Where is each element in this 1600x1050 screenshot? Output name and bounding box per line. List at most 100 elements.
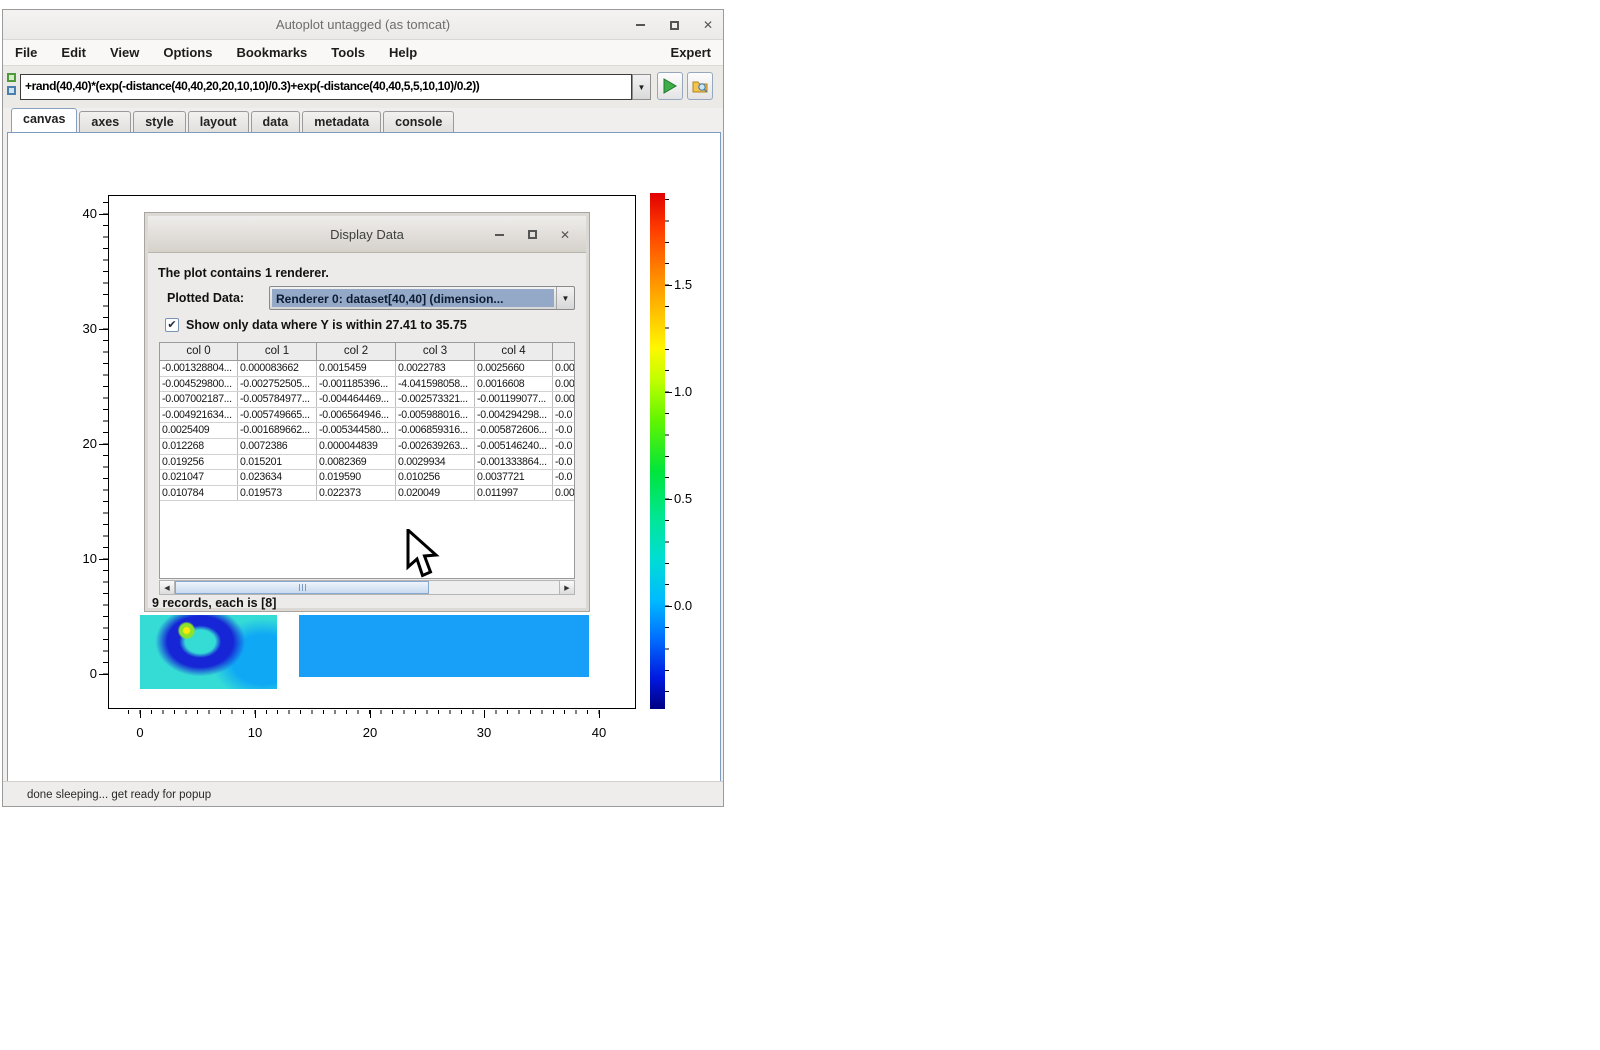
- table-cell[interactable]: -0.005146240...: [475, 439, 553, 454]
- table-cell[interactable]: 0.000044839: [317, 439, 396, 454]
- plot-canvas[interactable]: 40 30 20 10 0 0 10 20 30 40: [7, 132, 721, 782]
- table-row[interactable]: 0.0122680.00723860.000044839-0.002639263…: [160, 439, 574, 455]
- table-cell[interactable]: 0.0037721: [475, 470, 553, 485]
- table-cell[interactable]: -0.004464469...: [317, 392, 396, 407]
- tab-layout[interactable]: layout: [188, 111, 249, 132]
- table-cell[interactable]: 0.0082369: [317, 455, 396, 470]
- minimize-button[interactable]: [633, 18, 647, 32]
- table-cell[interactable]: 0.00: [553, 361, 574, 376]
- table-cell[interactable]: -0.001689662...: [238, 423, 317, 438]
- table-cell[interactable]: -0.0: [553, 455, 574, 470]
- table-row[interactable]: 0.0025409-0.001689662...-0.005344580...-…: [160, 423, 574, 439]
- table-cell[interactable]: -0.005784977...: [238, 392, 317, 407]
- menu-help[interactable]: Help: [389, 45, 417, 60]
- table-cell[interactable]: 0.0025409: [160, 423, 238, 438]
- table-cell[interactable]: -4.041598058...: [396, 377, 475, 392]
- table-cell[interactable]: 0.0072386: [238, 439, 317, 454]
- table-cell[interactable]: -0.005344580...: [317, 423, 396, 438]
- dialog-close-button[interactable]: ✕: [558, 228, 572, 242]
- table-column-header[interactable]: col 0: [160, 343, 238, 360]
- table-cell[interactable]: -0.005988016...: [396, 408, 475, 423]
- table-column-header[interactable]: col 1: [238, 343, 317, 360]
- colorbar[interactable]: [650, 193, 665, 709]
- window-titlebar[interactable]: Autoplot untagged (as tomcat) ✕: [3, 10, 723, 40]
- menu-tools[interactable]: Tools: [331, 45, 365, 60]
- filter-checkbox[interactable]: ✔: [165, 318, 179, 332]
- chevron-down-icon[interactable]: ▼: [556, 287, 574, 309]
- table-cell[interactable]: -0.007002187...: [160, 392, 238, 407]
- table-cell[interactable]: -0.002573321...: [396, 392, 475, 407]
- table-cell[interactable]: 0.0025660: [475, 361, 553, 376]
- table-cell[interactable]: -0.004921634...: [160, 408, 238, 423]
- table-row[interactable]: -0.004921634...-0.005749665...-0.0065649…: [160, 408, 574, 424]
- table-cell[interactable]: 0.023634: [238, 470, 317, 485]
- table-cell[interactable]: -0.004529800...: [160, 377, 238, 392]
- dialog-titlebar[interactable]: Display Data ✕: [148, 216, 586, 253]
- dialog-maximize-button[interactable]: [525, 228, 539, 242]
- table-row[interactable]: 0.0107840.0195730.0223730.0200490.011997…: [160, 486, 574, 502]
- tab-axes[interactable]: axes: [79, 111, 131, 132]
- plotted-data-combobox[interactable]: Renderer 0: dataset[40,40] (dimension...…: [269, 286, 575, 310]
- uri-input[interactable]: +rand(40,40)*(exp(-distance(40,40,20,20,…: [20, 74, 632, 100]
- table-column-header[interactable]: col 2: [317, 343, 396, 360]
- table-cell[interactable]: 0.020049: [396, 486, 475, 501]
- table-row[interactable]: -0.004529800...-0.002752505...-0.0011853…: [160, 377, 574, 393]
- horizontal-scrollbar[interactable]: ◀ ▶: [159, 580, 575, 595]
- tab-canvas[interactable]: canvas: [11, 108, 77, 132]
- scroll-left-button[interactable]: ◀: [160, 581, 175, 594]
- table-cell[interactable]: 0.010256: [396, 470, 475, 485]
- table-cell[interactable]: 0.000083662: [238, 361, 317, 376]
- go-button[interactable]: [657, 72, 683, 100]
- spectrogram-fragment-right[interactable]: [299, 615, 589, 677]
- filter-checkbox-label[interactable]: Show only data where Y is within 27.41 t…: [186, 318, 467, 332]
- table-cell[interactable]: 0.00: [553, 486, 574, 501]
- menu-bookmarks[interactable]: Bookmarks: [236, 45, 307, 60]
- table-cell[interactable]: 0.019573: [238, 486, 317, 501]
- table-cell[interactable]: 0.019590: [317, 470, 396, 485]
- table-cell[interactable]: 0.019256: [160, 455, 238, 470]
- inspect-uri-button[interactable]: [687, 72, 713, 100]
- expert-label[interactable]: Expert: [671, 45, 711, 60]
- scrollbar-thumb[interactable]: [175, 581, 429, 594]
- tab-style[interactable]: style: [133, 111, 186, 132]
- table-cell[interactable]: 0.015201: [238, 455, 317, 470]
- table-cell[interactable]: -0.002752505...: [238, 377, 317, 392]
- table-cell[interactable]: -0.0: [553, 470, 574, 485]
- data-table[interactable]: col 0col 1col 2col 3col 4 -0.001328804..…: [159, 342, 575, 579]
- table-column-header[interactable]: [553, 343, 574, 360]
- table-cell[interactable]: -0.001333864...: [475, 455, 553, 470]
- menu-file[interactable]: File: [15, 45, 37, 60]
- table-cell[interactable]: 0.022373: [317, 486, 396, 501]
- maximize-button[interactable]: [667, 18, 681, 32]
- table-cell[interactable]: -0.001185396...: [317, 377, 396, 392]
- table-cell[interactable]: 0.0022783: [396, 361, 475, 376]
- table-column-header[interactable]: col 3: [396, 343, 475, 360]
- scroll-right-button[interactable]: ▶: [559, 581, 574, 594]
- table-cell[interactable]: -0.004294298...: [475, 408, 553, 423]
- table-cell[interactable]: 0.0016608: [475, 377, 553, 392]
- table-cell[interactable]: -0.002639263...: [396, 439, 475, 454]
- table-column-header[interactable]: col 4: [475, 343, 553, 360]
- menu-view[interactable]: View: [110, 45, 139, 60]
- table-cell[interactable]: -0.001328804...: [160, 361, 238, 376]
- table-cell[interactable]: 0.0015459: [317, 361, 396, 376]
- table-row[interactable]: 0.0210470.0236340.0195900.0102560.003772…: [160, 470, 574, 486]
- table-cell[interactable]: -0.0: [553, 439, 574, 454]
- table-row[interactable]: -0.001328804...0.0000836620.00154590.002…: [160, 361, 574, 377]
- close-button[interactable]: ✕: [701, 18, 715, 32]
- table-row[interactable]: 0.0192560.0152010.00823690.0029934-0.001…: [160, 455, 574, 471]
- table-cell[interactable]: -0.0: [553, 423, 574, 438]
- table-row[interactable]: -0.007002187...-0.005784977...-0.0044644…: [160, 392, 574, 408]
- tab-metadata[interactable]: metadata: [302, 111, 381, 132]
- table-cell[interactable]: -0.006859316...: [396, 423, 475, 438]
- table-cell[interactable]: -0.001199077...: [475, 392, 553, 407]
- table-cell[interactable]: 0.010784: [160, 486, 238, 501]
- table-cell[interactable]: 0.0029934: [396, 455, 475, 470]
- table-cell[interactable]: 0.00: [553, 377, 574, 392]
- table-cell[interactable]: 0.011997: [475, 486, 553, 501]
- tab-data[interactable]: data: [251, 111, 301, 132]
- table-cell[interactable]: -0.005872606...: [475, 423, 553, 438]
- spectrogram-fragment-left[interactable]: [140, 615, 277, 689]
- table-cell[interactable]: 0.012268: [160, 439, 238, 454]
- menu-edit[interactable]: Edit: [61, 45, 86, 60]
